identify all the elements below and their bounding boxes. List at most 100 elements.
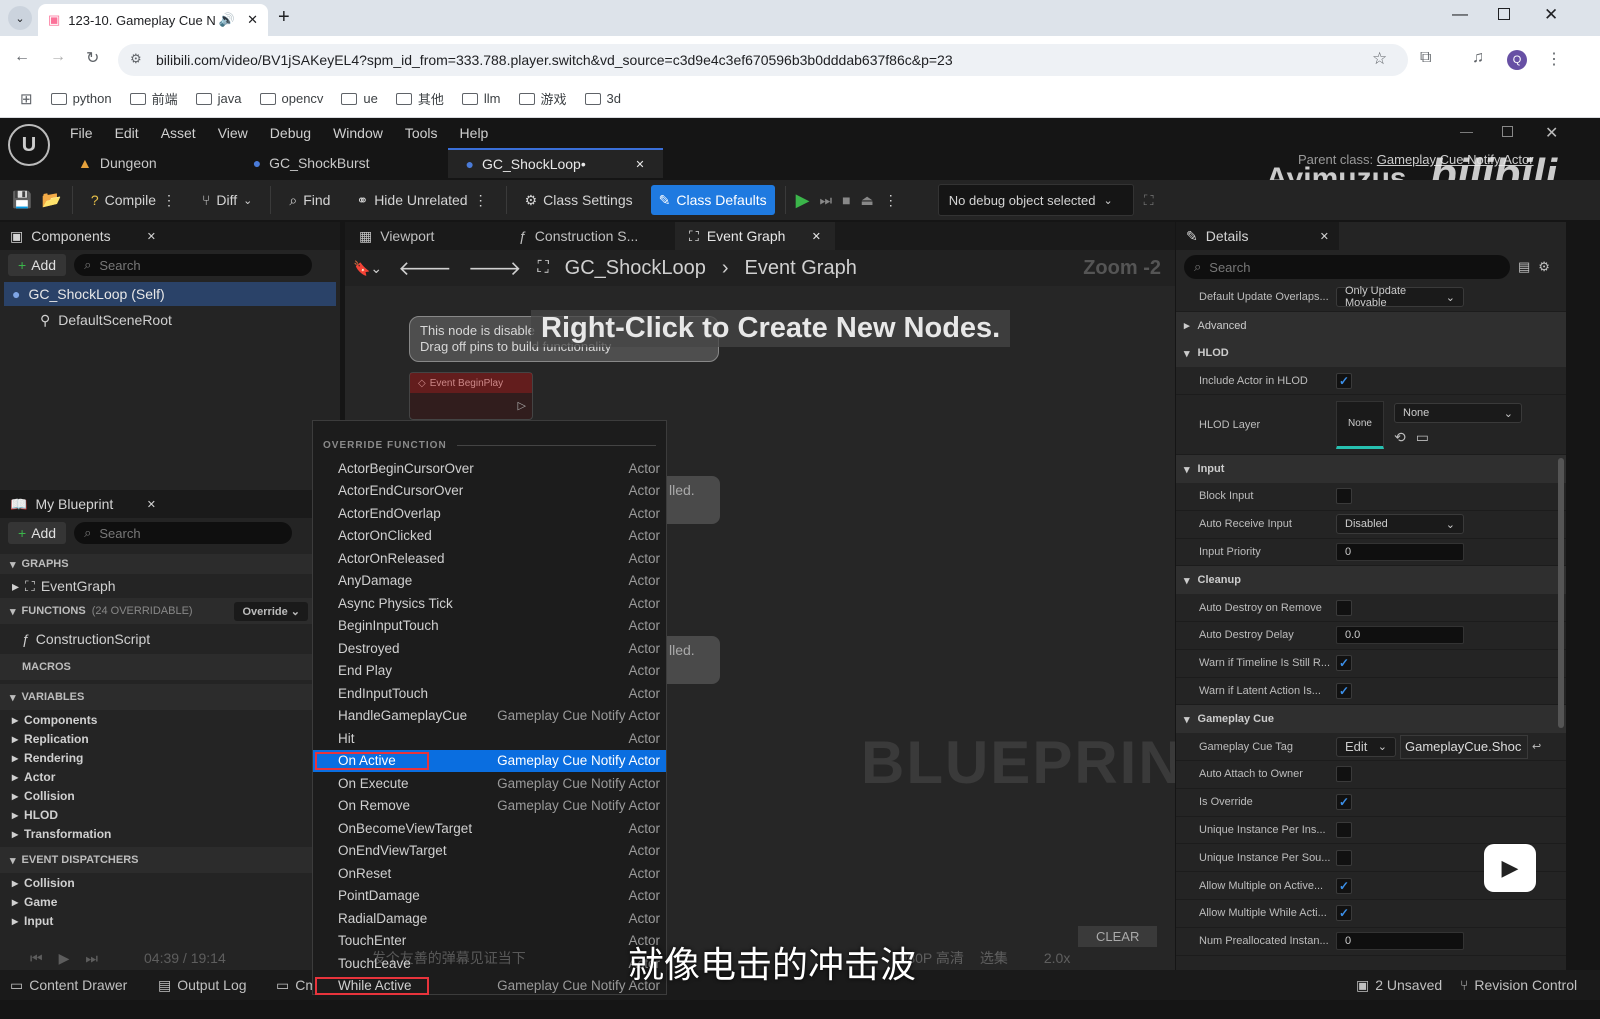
- override-function-item[interactable]: ActorOnReleased Actor: [313, 547, 666, 570]
- hlod-layer-dropdown[interactable]: None ⌄: [1394, 403, 1522, 424]
- bookmark-folder[interactable]: 3d: [584, 91, 621, 106]
- variable-category[interactable]: ▸ Transformation: [0, 824, 312, 843]
- bookmark-star-icon[interactable]: ☆: [1372, 49, 1387, 69]
- close-tab-icon[interactable]: ✕: [812, 230, 821, 243]
- debug-object-select[interactable]: No debug object selected ⌄: [937, 184, 1134, 216]
- override-function-item[interactable]: Destroyed Actor: [313, 637, 666, 660]
- property-checkbox[interactable]: ✓: [1336, 794, 1352, 811]
- browser-tab[interactable]: ▣ 123-10. Gameplay Cue N 🔊 ✕: [38, 4, 268, 36]
- my-blueprint-search-input[interactable]: ⌕ Search: [74, 522, 293, 544]
- dispatcher-category[interactable]: ▸ Input: [0, 911, 312, 930]
- settings-gear-icon[interactable]: ⚙: [1538, 259, 1550, 275]
- editor-minimize-icon[interactable]: —: [1460, 124, 1473, 139]
- site-info-icon[interactable]: ⚙: [130, 51, 142, 67]
- danmaku-clear-button[interactable]: CLEAR: [1078, 926, 1158, 947]
- minimize-window-icon[interactable]: —: [1452, 6, 1468, 24]
- details-section[interactable]: ▾ Cleanup: [1176, 566, 1566, 595]
- episodes-button[interactable]: 选集: [980, 948, 1008, 968]
- bookmark-icon[interactable]: 🔖⌄: [353, 260, 382, 277]
- property-checkbox[interactable]: [1336, 821, 1352, 838]
- more-icon[interactable]: ⋮: [884, 192, 898, 209]
- maximize-window-icon[interactable]: [1498, 8, 1510, 20]
- override-function-item[interactable]: Async Physics Tick Actor: [313, 592, 666, 615]
- hlod-layer-thumbnail[interactable]: None: [1336, 400, 1384, 449]
- extensions-icon[interactable]: ⧉: [1420, 49, 1431, 67]
- add-component-button[interactable]: + Add: [8, 254, 67, 276]
- property-checkbox[interactable]: [1336, 849, 1352, 866]
- property-checkbox[interactable]: ✓: [1336, 682, 1352, 699]
- details-scrollbar[interactable]: [1558, 458, 1564, 728]
- details-section[interactable]: ▾ Gameplay Cue: [1176, 705, 1566, 734]
- prev-icon[interactable]: ⏮: [30, 950, 43, 967]
- apps-grid-icon[interactable]: ⊞: [20, 90, 33, 108]
- speed-selector[interactable]: 2.0x: [1044, 950, 1070, 966]
- override-function-item[interactable]: OnEndViewTarget Actor: [313, 840, 666, 863]
- browse-icon[interactable]: 📂: [42, 190, 62, 210]
- close-tab-icon[interactable]: ✕: [247, 12, 258, 28]
- play-icon[interactable]: ▶: [796, 190, 810, 211]
- menu-debug[interactable]: Debug: [270, 125, 311, 141]
- event-graph-item[interactable]: ▸ ⛶ EventGraph: [0, 574, 312, 598]
- variable-category[interactable]: ▸ Replication: [0, 729, 312, 748]
- tab-event-graph[interactable]: ⛶ Event Graph ✕: [675, 222, 835, 250]
- details-search-input[interactable]: ⌕ Search: [1184, 255, 1510, 279]
- forward-icon[interactable]: →: [50, 48, 66, 66]
- table-view-icon[interactable]: ▤: [1518, 259, 1530, 275]
- doc-tab-gc-shockloop[interactable]: ● GC_ShockLoop• ✕: [447, 148, 663, 178]
- bookmark-folder[interactable]: python: [50, 91, 112, 106]
- menu-help[interactable]: Help: [460, 125, 489, 141]
- profile-avatar[interactable]: Q: [1507, 50, 1527, 70]
- class-defaults-button[interactable]: ✎ Class Defaults: [650, 185, 775, 215]
- find-button[interactable]: ⌕ Find: [281, 185, 338, 215]
- close-panel-icon[interactable]: ✕: [147, 230, 156, 243]
- property-dropdown[interactable]: Disabled ⌄: [1336, 514, 1464, 535]
- override-function-item[interactable]: On Remove Gameplay Cue Notify Actor: [313, 795, 666, 818]
- override-function-item[interactable]: BeginInputTouch Actor: [313, 615, 666, 638]
- browse-folder-icon[interactable]: ▭: [1416, 429, 1429, 446]
- override-function-item[interactable]: Hit Actor: [313, 727, 666, 750]
- stop-icon[interactable]: ■: [842, 192, 850, 208]
- details-section[interactable]: ▸ Advanced: [1176, 311, 1566, 340]
- menu-tools[interactable]: Tools: [405, 125, 438, 141]
- unsaved-indicator[interactable]: ▣ 2 Unsaved: [1356, 977, 1460, 994]
- close-tab-icon[interactable]: ✕: [635, 158, 644, 171]
- step-icon[interactable]: ⏭: [819, 192, 832, 209]
- breadcrumb-root[interactable]: GC_ShockLoop: [565, 257, 706, 280]
- override-function-item[interactable]: End Play Actor: [313, 660, 666, 683]
- details-section[interactable]: ▾ Input: [1176, 455, 1566, 483]
- media-control-icon[interactable]: ♫: [1472, 49, 1484, 67]
- url-field[interactable]: ⚙ bilibili.com/video/BV1jSAKeyEL4?spm_id…: [118, 44, 1408, 76]
- bookmark-folder[interactable]: java: [195, 91, 242, 106]
- add-member-button[interactable]: + Add: [8, 522, 67, 544]
- new-tab-button[interactable]: +: [278, 6, 290, 29]
- output-log-button[interactable]: ▤ Output Log: [148, 977, 266, 994]
- back-icon[interactable]: ←: [14, 48, 30, 66]
- reset-arrow-icon[interactable]: ⟲: [1394, 429, 1406, 446]
- bookmark-folder[interactable]: 其他: [395, 89, 444, 108]
- variables-section[interactable]: ▾ VARIABLES: [0, 684, 312, 710]
- bookmark-folder[interactable]: llm: [461, 91, 501, 106]
- bookmark-folder[interactable]: 前端: [129, 89, 178, 108]
- property-checkbox[interactable]: [1336, 488, 1352, 505]
- more-icon[interactable]: ⋮: [474, 192, 488, 209]
- dispatcher-category[interactable]: ▸ Collision: [0, 873, 312, 892]
- override-function-item[interactable]: ActorEndOverlap Actor: [313, 502, 666, 525]
- property-checkbox[interactable]: [1336, 766, 1352, 783]
- menu-edit[interactable]: Edit: [115, 125, 139, 141]
- functions-section[interactable]: ▾ FUNCTIONS (24 OVERRIDABLE) Override ⌄: [0, 598, 312, 624]
- variable-category[interactable]: ▸ Components: [0, 710, 312, 729]
- editor-close-icon[interactable]: ✕: [1545, 123, 1558, 143]
- property-number-field[interactable]: 0: [1336, 542, 1464, 561]
- component-item-self[interactable]: ● GC_ShockLoop (Self): [4, 282, 336, 306]
- content-drawer-button[interactable]: ▭ Content Drawer: [0, 977, 148, 994]
- override-function-item[interactable]: While Active Gameplay Cue Notify Actor: [313, 975, 666, 998]
- tab-viewport[interactable]: ▦ Viewport: [345, 222, 505, 250]
- components-search-input[interactable]: ⌕ Search: [74, 254, 313, 276]
- cmd-input[interactable]: ▭ Cm: [266, 977, 317, 994]
- diff-button[interactable]: ⑂ Diff ⌄: [194, 185, 260, 215]
- reload-icon[interactable]: ↻: [86, 48, 99, 68]
- event-dispatchers-section[interactable]: ▾ EVENT DISPATCHERS: [0, 847, 312, 873]
- compile-button[interactable]: ? Compile ⋮: [83, 185, 184, 215]
- class-settings-button[interactable]: ⚙ Class Settings: [517, 185, 641, 215]
- video-play-icon[interactable]: ▶: [1484, 844, 1536, 892]
